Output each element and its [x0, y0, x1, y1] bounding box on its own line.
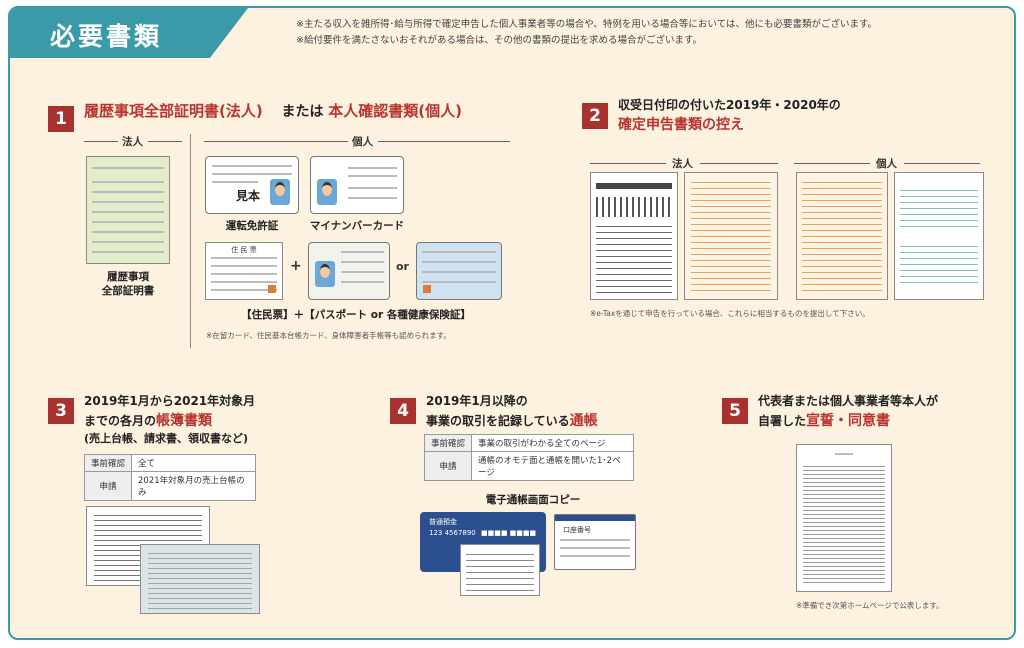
section-3-title-line2: までの各月の帳簿書類: [84, 410, 212, 430]
table-row: 事前確認 全て: [83, 454, 256, 472]
section-5-title-b: 自署した: [758, 414, 807, 428]
oath-consent-doc: [796, 444, 892, 592]
section-2-title-b: 確定申告書類の控え: [618, 117, 744, 133]
note-2: ※給付要件を満たさないおそれがある場合は、その他の書類の提出を求める場合がござい…: [296, 35, 703, 46]
s3-row1-value: 全て: [131, 454, 256, 472]
corp-return-form-2: [684, 172, 778, 300]
header-notes: ※主たる収入を雑所得･給与所得で確定申告した個人事業者等の場合や、特例を用いる場…: [296, 17, 877, 49]
s4-table: 事前確認 事業の取引がわかる全てのページ 申請 通帳のオモテ面と通帳を開いた1･…: [423, 434, 634, 481]
s1-corp-label: 法人: [122, 136, 143, 148]
s1-note: ※在留カード、住民基本台帳カード、身体障害者手帳等も認められます。: [206, 331, 451, 340]
table-row: 事前確認 事業の取引がわかる全てのページ: [423, 434, 634, 452]
screen-account-label: 口座番号: [563, 526, 591, 534]
section-1-title-a: 履歴事項全部証明書(法人): [84, 102, 263, 120]
section-4-title-line2: 事業の取引を記録している通帳: [426, 410, 598, 430]
indiv-return-form-1: [796, 172, 888, 300]
section-2-number: 2: [582, 103, 608, 129]
section-1-or: または: [281, 104, 324, 120]
section-3-title-red: 帳簿書類: [156, 413, 213, 429]
ledger-sheet-2: [140, 544, 260, 614]
indiv-return-form-2: [894, 172, 984, 300]
table-row: 申請 2021年対象月の売上台帳のみ: [83, 471, 256, 501]
table-row: 申請 通帳のオモテ面と通帳を開いた1･2ページ: [423, 451, 634, 481]
mynumber-caption: マイナンバーカード: [309, 220, 405, 232]
s1-indiv-label: 個人: [352, 136, 373, 148]
drivers-license-card: 見本: [205, 156, 299, 214]
section-4-title-b: 事業の取引を記録している: [426, 414, 570, 428]
drivers-license-caption: 運転免許証: [225, 220, 279, 232]
page-title: 必要書類: [50, 22, 163, 51]
s4-row1-value: 事業の取引がわかる全てのページ: [471, 434, 634, 452]
combo-caption: 【住民票】＋【パスポート or 各種健康保険証】: [241, 309, 471, 321]
s4-row2-head: 申請: [423, 451, 473, 481]
corp-return-form-1: [590, 172, 678, 300]
plus-sign: +: [290, 258, 302, 274]
s5-note: ※準備でき次第ホームページで公表します。: [796, 601, 944, 610]
passbook-number: 123 4567890: [429, 529, 476, 537]
section-1-number: 1: [48, 106, 74, 132]
title-tab: 必要書類: [10, 8, 248, 58]
s3-table: 事前確認 全て 申請 2021年対象月の売上台帳のみ: [83, 454, 256, 501]
section-4-title-a: 2019年1月以降の: [426, 394, 528, 408]
s4-row1-head: 事前確認: [423, 434, 473, 452]
or-label: or: [396, 260, 409, 273]
section-3-title-b: までの各月の: [84, 414, 157, 428]
section-4-number: 4: [390, 398, 416, 424]
corporate-doc-caption: 履歴事項 全部証明書: [101, 271, 155, 297]
section-1-title: 履歴事項全部証明書(法人) または 本人確認書類(個人): [84, 100, 462, 121]
s4-row2-value: 通帳のオモテ面と通帳を開いた1･2ページ: [471, 451, 634, 481]
section-5-title-a: 代表者または個人事業者等本人が: [758, 394, 939, 408]
section-3-title-c: (売上台帳、請求書、領収書など): [84, 432, 249, 445]
section-1-title-b: 本人確認書類(個人): [328, 102, 462, 120]
s3-row2-value: 2021年対象月の売上台帳のみ: [131, 471, 256, 501]
juminhyo-doc: 住 民 票: [205, 242, 283, 300]
passbook-name: ■■■■ ■■■■: [481, 529, 537, 537]
s2-note: ※e-Taxを通じて申告を行っている場合、これらに相当するものを提出して下さい。: [590, 309, 870, 318]
section-5-number: 5: [722, 398, 748, 424]
section-3-title-a: 2019年1月から2021年対象月: [84, 394, 256, 408]
section-4-title-red: 通帳: [569, 413, 598, 429]
note-1: ※主たる収入を雑所得･給与所得で確定申告した個人事業者等の場合や、特例を用いる場…: [296, 19, 878, 30]
section-5-title-line2: 自署した宣誓・同意書: [758, 410, 890, 430]
corporate-registry-doc: [86, 156, 170, 264]
juminhyo-title: 住 民 票: [231, 246, 257, 254]
passbook-page: [460, 544, 540, 596]
passport-card: [308, 242, 390, 300]
ebank-screen: 口座番号: [554, 514, 636, 570]
section-2-title-a: 収受日付印の付いた2019年・2020年の: [618, 98, 841, 112]
s3-row1-head: 事前確認: [83, 454, 133, 472]
s2-corp-label: 法人: [672, 158, 693, 170]
health-insurance-card: [416, 242, 502, 300]
required-documents-panel: 必要書類 ※主たる収入を雑所得･給与所得で確定申告した個人事業者等の場合や、特例…: [8, 6, 1016, 640]
section-5-title-red: 宣誓・同意書: [806, 413, 891, 429]
section-3-number: 3: [48, 398, 74, 424]
passbook-label: 普通預金: [429, 518, 457, 526]
ebank-caption: 電子通帳画面コピー: [485, 494, 581, 506]
license-sample-stamp: 見本: [236, 189, 261, 203]
s3-row2-head: 申請: [83, 471, 133, 501]
s2-indiv-label: 個人: [876, 158, 897, 170]
mynumber-card: [310, 156, 404, 214]
